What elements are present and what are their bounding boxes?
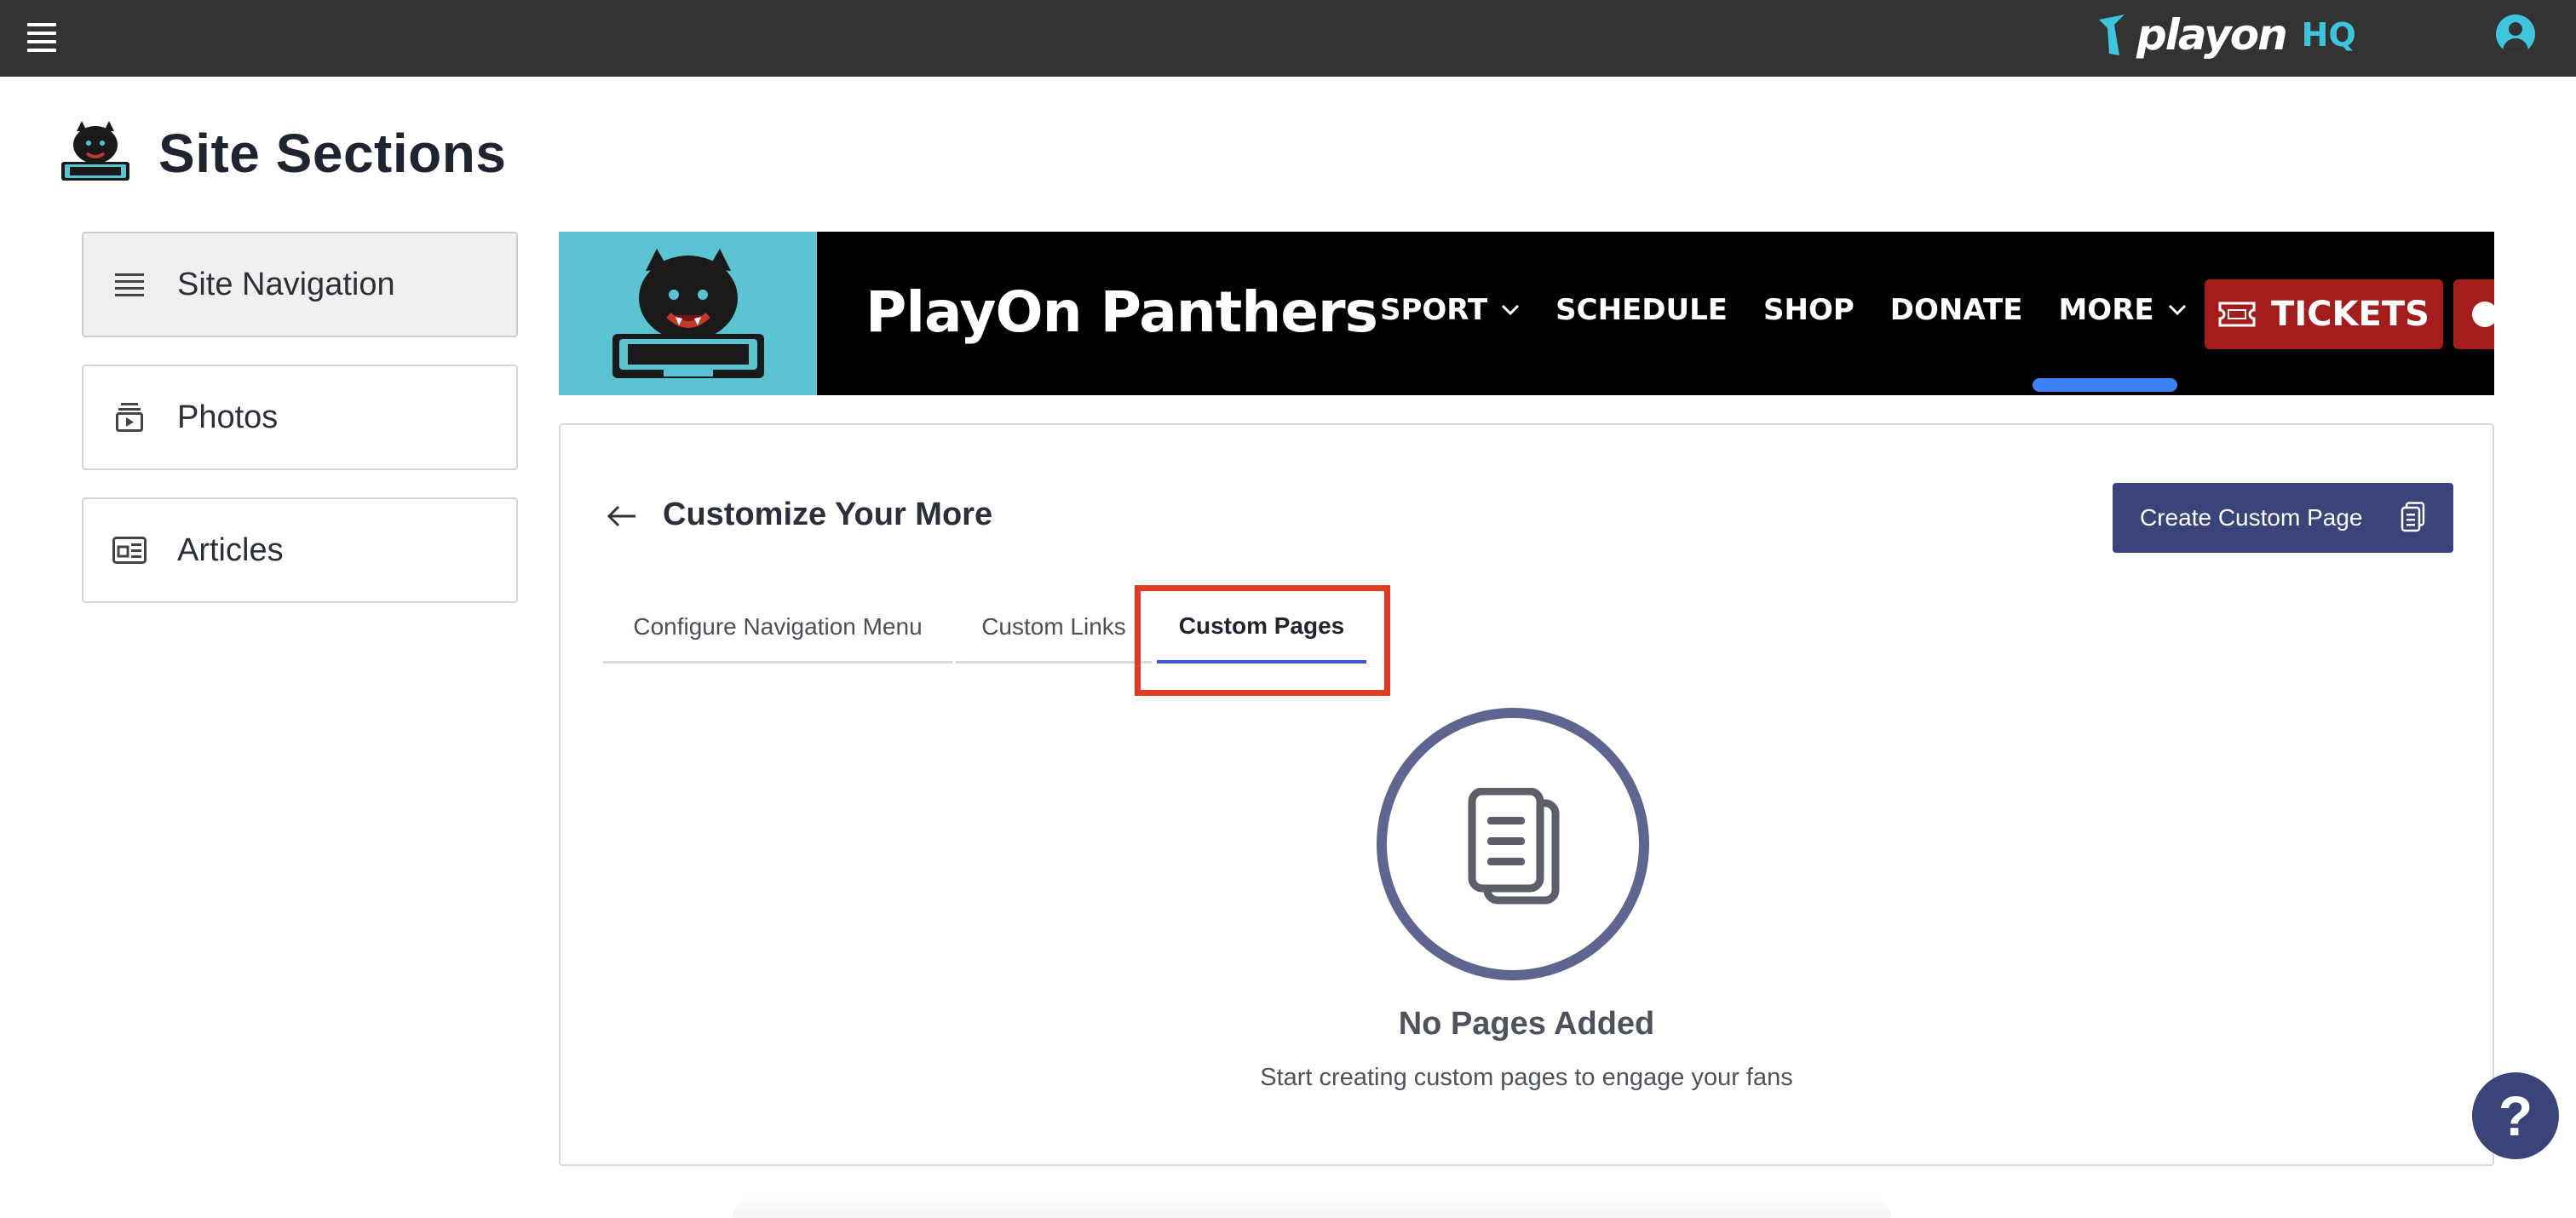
create-custom-page-button[interactable]: Create Custom Page bbox=[2113, 483, 2453, 553]
tickets-button[interactable]: TICKETS bbox=[2205, 279, 2443, 349]
empty-state-title: No Pages Added bbox=[1398, 1006, 1655, 1042]
chevron-down-icon bbox=[1502, 304, 1520, 316]
panther-logo-icon bbox=[612, 249, 764, 378]
tab-custom-links[interactable]: Custom Links bbox=[956, 592, 1152, 664]
tab-configure-navigation-menu[interactable]: Configure Navigation Menu bbox=[603, 592, 952, 664]
play-icon bbox=[2472, 302, 2494, 327]
banner-nav-label: MORE bbox=[2058, 293, 2154, 327]
panthers-team-logo bbox=[61, 121, 129, 181]
highlight-box bbox=[1135, 585, 1390, 696]
sidebar-item-label: Site Navigation bbox=[177, 266, 395, 302]
banner-nav-sport[interactable]: SPORT bbox=[1380, 293, 1520, 327]
hamburger-icon[interactable] bbox=[27, 20, 58, 55]
document-icon bbox=[2401, 502, 2425, 532]
customize-card: Customize Your More Create Custom Page C… bbox=[559, 423, 2494, 1166]
banner-nav-label: SCHEDULE bbox=[1555, 293, 1728, 327]
top-bar: playon HQ bbox=[0, 0, 2576, 77]
ticket-icon bbox=[2218, 302, 2256, 327]
card-title: Customize Your More bbox=[663, 497, 993, 532]
page-title: Site Sections bbox=[158, 123, 507, 184]
sidebar-item-site-navigation[interactable]: Site Navigation bbox=[82, 232, 518, 337]
help-button[interactable]: ? bbox=[2472, 1072, 2559, 1159]
chevron-down-icon bbox=[2168, 304, 2186, 316]
banner-nav-shop[interactable]: SHOP bbox=[1763, 293, 1854, 327]
banner-team-name: PlayOn Panthers bbox=[865, 279, 1378, 345]
newspaper-icon bbox=[112, 533, 147, 567]
banner-nav-label: DONATE bbox=[1889, 293, 2023, 327]
banner-nav-schedule[interactable]: SCHEDULE bbox=[1555, 293, 1728, 327]
page-header: Site Sections bbox=[58, 119, 506, 187]
bottom-shadow bbox=[733, 1192, 1891, 1218]
photo-stack-icon bbox=[112, 400, 147, 434]
banner-nav: SPORT SCHEDULE SHOP DONATE MORE bbox=[1380, 293, 2222, 327]
create-button-label: Create Custom Page bbox=[2140, 504, 2363, 531]
banner-team-logo[interactable] bbox=[559, 232, 817, 395]
site-banner-preview: PlayOn Panthers SPORT SCHEDULE SHOP DONA… bbox=[559, 232, 2494, 395]
user-avatar-icon[interactable] bbox=[2496, 14, 2535, 54]
banner-nav-donate[interactable]: DONATE bbox=[1890, 293, 2023, 327]
brand-suffix: HQ bbox=[2301, 16, 2356, 54]
banner-nav-label: SHOP bbox=[1763, 293, 1854, 327]
tickets-label: TICKETS bbox=[2271, 295, 2429, 334]
documents-icon bbox=[1468, 788, 1560, 905]
list-icon bbox=[112, 267, 147, 302]
brand-word: playon bbox=[2136, 10, 2288, 60]
sidebar-item-label: Photos bbox=[177, 399, 279, 435]
more-selected-indicator bbox=[2033, 378, 2177, 392]
sidebar-item-articles[interactable]: Articles bbox=[82, 497, 518, 603]
banner-nav-label: SPORT bbox=[1380, 293, 1488, 327]
sidebar-item-photos[interactable]: Photos bbox=[82, 365, 518, 470]
playon-hq-logo[interactable]: playon HQ bbox=[2097, 7, 2356, 63]
sidebar-item-label: Articles bbox=[177, 531, 284, 568]
empty-state-illustration bbox=[1377, 708, 1649, 980]
banner-nav-more[interactable]: MORE bbox=[2058, 293, 2186, 327]
back-arrow-icon[interactable] bbox=[607, 503, 637, 529]
empty-state-subtitle: Start creating custom pages to engage yo… bbox=[1260, 1064, 1793, 1091]
playon-logo-icon bbox=[2099, 14, 2125, 55]
extra-banner-button[interactable] bbox=[2453, 279, 2494, 349]
